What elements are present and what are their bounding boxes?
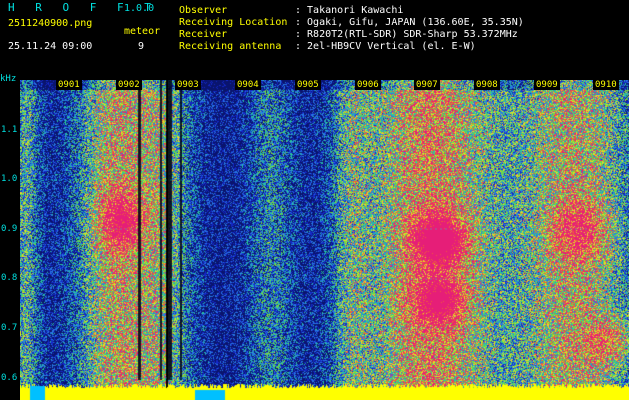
info-value: : Ogaki, Gifu, JAPAN (136.60E, 35.35N) — [295, 17, 524, 28]
x-tick-label: 0903 — [175, 80, 201, 90]
x-tick-label: 0906 — [355, 80, 381, 90]
info-row-antenna: Receiving antenna : 2el-HB9CV Vertical (e… — [179, 41, 476, 52]
info-row-receiver: Receiver : R820T2(RTL-SDR) SDR-Sharp 53.3… — [179, 29, 518, 40]
info-key: Receiving antenna — [179, 41, 282, 52]
meteor-count: 9 — [138, 41, 145, 52]
y-axis-unit: kHz — [0, 74, 17, 84]
x-tick-label: 0907 — [414, 80, 440, 90]
x-tick-label: 0908 — [474, 80, 500, 90]
x-tick-label: 0910 — [593, 80, 619, 90]
info-key: Observer — [179, 5, 228, 16]
info-row-observer: Observer : Takanori Kawachi — [179, 5, 403, 16]
info-row-location: Receiving Location : Ogaki, Gifu, JAPAN (… — [179, 17, 524, 28]
x-tick-label: 0904 — [235, 80, 261, 90]
info-value: : 2el-HB9CV Vertical (el. E-W) — [295, 41, 476, 52]
observation-datetime: 25.11.24 09:00 — [8, 41, 93, 52]
y-tick-label: 0.9 — [1, 224, 18, 234]
meteor-label: meteor — [124, 26, 161, 37]
y-tick-label: 0.8 — [1, 273, 18, 283]
info-value: : R820T2(RTL-SDR) SDR-Sharp 53.372MHz — [295, 29, 518, 40]
y-tick-label: 1.0 — [1, 174, 18, 184]
y-tick-label: 1.1 — [1, 125, 18, 135]
header-panel: H R O F F T 1.0.0 2511240900.png meteor … — [0, 0, 629, 78]
x-tick-label: 0909 — [534, 80, 560, 90]
app-version: 1.0.0 — [124, 3, 155, 14]
info-value: : Takanori Kawachi — [295, 5, 404, 16]
x-tick-label: 0902 — [116, 80, 142, 90]
file-name: 2511240900.png — [8, 18, 93, 29]
x-tick-label: 0905 — [295, 80, 321, 90]
x-tick-label: 0901 — [56, 80, 82, 90]
y-tick-label: 0.6 — [1, 373, 18, 383]
info-key: Receiver — [179, 29, 228, 40]
grid-overlay — [20, 129, 629, 379]
info-key: Receiving Location — [179, 17, 288, 28]
y-tick-label: 0.7 — [1, 323, 18, 333]
